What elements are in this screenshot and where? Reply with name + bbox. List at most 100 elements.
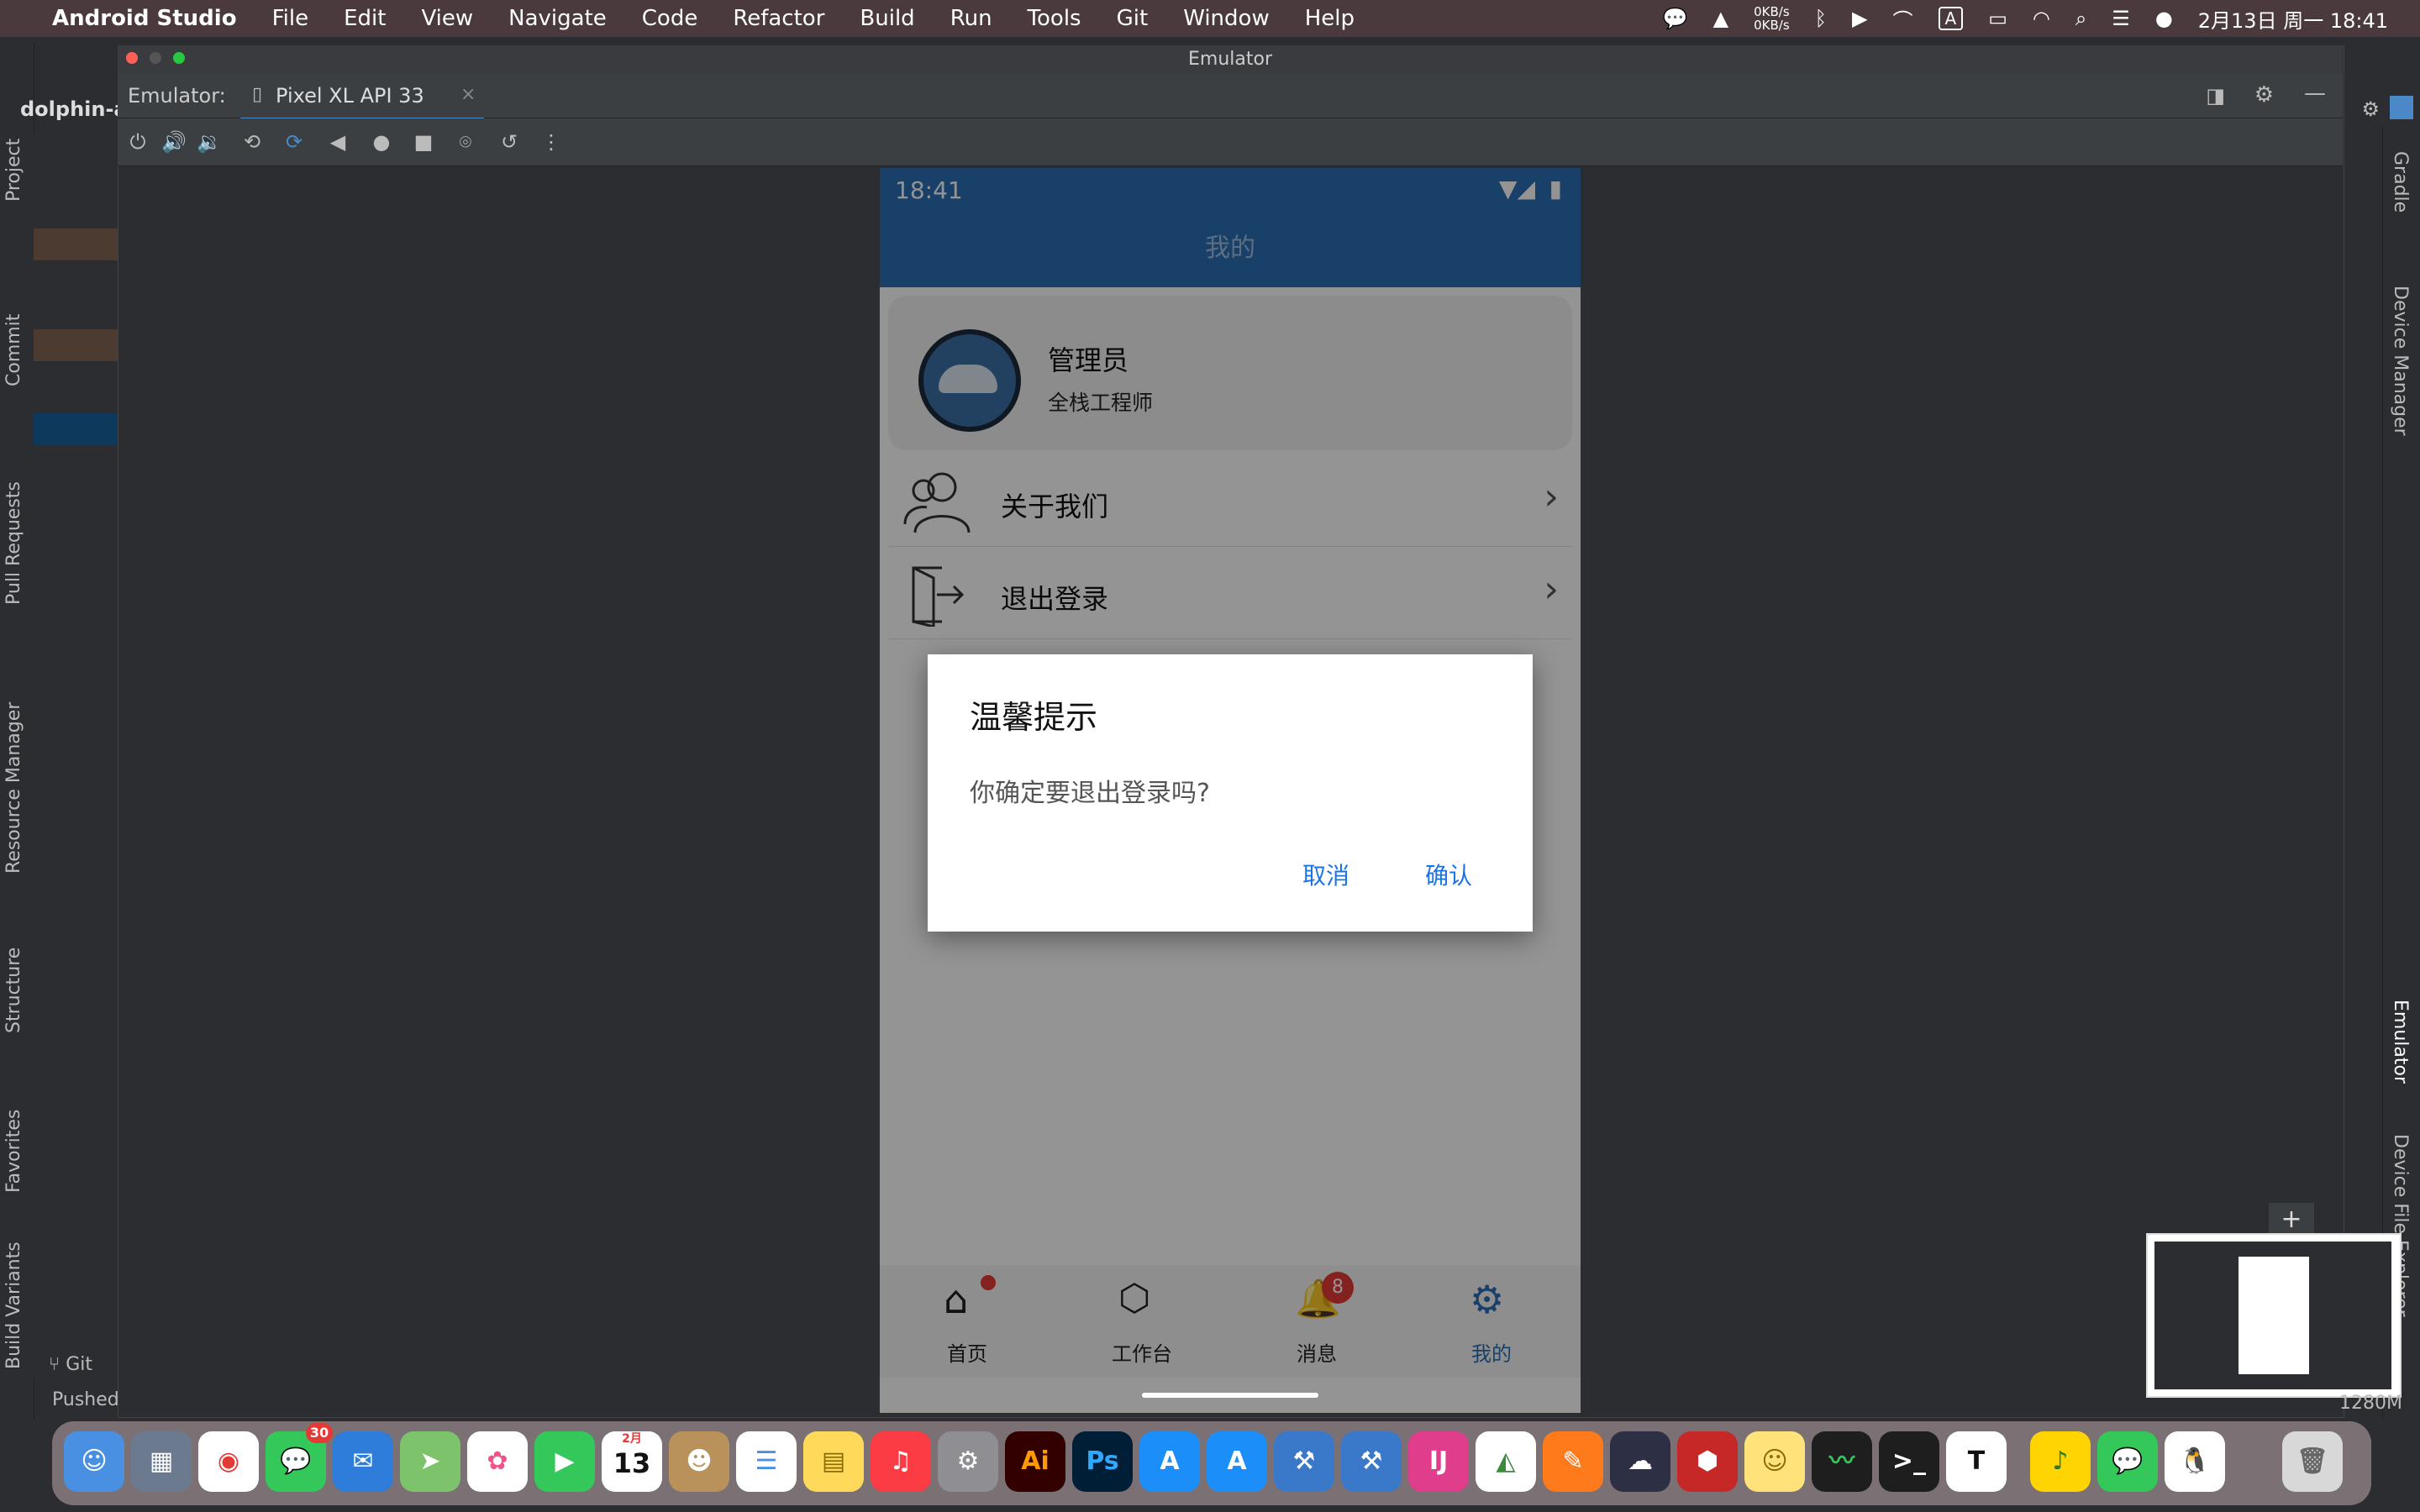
camera-icon[interactable]: ⌾ [454, 130, 477, 154]
power-icon[interactable]: ⏻ [126, 130, 150, 154]
tool-tab-commit[interactable]: Commit [3, 269, 30, 386]
system-preferences-icon[interactable]: ⚙ [938, 1431, 998, 1492]
intellij-icon[interactable]: IJ [1408, 1431, 1469, 1492]
gesture-nav-bar[interactable] [1142, 1393, 1318, 1398]
screen-thumbnail-preview[interactable] [2146, 1233, 2402, 1398]
qq-music-icon[interactable]: ♪ [2030, 1431, 2091, 1492]
facetime-icon[interactable]: ▶ [534, 1431, 595, 1492]
tree-row-highlight[interactable] [34, 228, 118, 260]
terminal-icon[interactable]: >_ [1879, 1431, 1939, 1492]
photos-icon[interactable]: ✿ [467, 1431, 528, 1492]
window-title: Emulator [1188, 49, 1272, 70]
mail-icon[interactable]: ✉ [333, 1431, 393, 1492]
tool-tab-pull-requests[interactable]: Pull Requests [3, 403, 30, 605]
search-icon[interactable]: ⌕ [2075, 7, 2086, 30]
layout-icon[interactable]: ◨ [2206, 84, 2225, 108]
menubar-clock[interactable]: 2月13日 周一 18:41 [2198, 4, 2388, 34]
menu-git[interactable]: Git [1117, 6, 1149, 31]
airpods-icon[interactable]: ⌒ [1893, 4, 1913, 34]
snapshot-icon[interactable]: ↺ [497, 130, 521, 154]
menu-navigate[interactable]: Navigate [508, 6, 607, 31]
input-method-icon[interactable]: A [1938, 7, 1964, 30]
close-tab-icon[interactable]: × [460, 84, 476, 105]
app-store-icon[interactable]: A [1139, 1431, 1200, 1492]
cloud-icon[interactable]: ☁ [1610, 1431, 1670, 1492]
device-tab[interactable]: ▯ Pixel XL API 33 × [240, 74, 484, 121]
control-center-icon[interactable]: ☰ [2112, 7, 2130, 30]
tool-tab-resource-manager[interactable]: Resource Manager [3, 622, 30, 874]
wechat-icon[interactable]: 💬 [1663, 7, 1688, 30]
menu-window[interactable]: Window [1183, 6, 1270, 31]
messages-icon[interactable]: 💬 30 [266, 1423, 333, 1492]
reminders-icon[interactable]: ☰ [736, 1431, 797, 1492]
menu-build[interactable]: Build [860, 6, 914, 31]
pen-icon[interactable]: ✎ [1543, 1431, 1603, 1492]
music-icon[interactable]: ♫ [871, 1431, 931, 1492]
photoshop-icon[interactable]: Ps [1072, 1431, 1133, 1492]
cancel-button[interactable]: 取消 [1302, 858, 1349, 891]
notes-icon[interactable]: ▤ [803, 1431, 864, 1492]
rotate-right-icon[interactable]: ⟳ [282, 130, 306, 154]
settings-gear-icon[interactable]: ⚙ [2254, 82, 2274, 108]
finder-icon[interactable]: ☺ [64, 1431, 124, 1492]
android-studio-icon[interactable]: ◭ [1476, 1431, 1536, 1492]
tool-tab-device-manager[interactable]: Device Manager [2390, 286, 2411, 436]
tool-tab-favorites[interactable]: Favorites [3, 1042, 30, 1193]
chrome-icon[interactable]: ◉ [198, 1431, 259, 1492]
rotate-left-icon[interactable]: ⟲ [240, 130, 264, 154]
ide-settings-icon[interactable]: ⚙ [2361, 97, 2380, 121]
menu-edit[interactable]: Edit [344, 6, 386, 31]
bluetooth-icon[interactable]: ᛒ [1815, 7, 1827, 30]
memory-indicator: 1280M [2339, 1393, 2402, 1414]
cat-icon[interactable]: ▲ [1713, 7, 1728, 30]
launchpad-icon[interactable]: ▦ [131, 1431, 192, 1492]
volume-up-icon[interactable]: 🔊 [161, 130, 187, 154]
maps-icon[interactable]: ➤ [400, 1431, 460, 1492]
app-store-alt-icon[interactable]: A [1207, 1431, 1267, 1492]
trash-icon[interactable]: 🗑 [2282, 1431, 2343, 1492]
play-icon[interactable]: ▶ [1852, 7, 1867, 30]
typora-icon[interactable]: T [1946, 1431, 2007, 1492]
illustrator-icon[interactable]: Ai [1005, 1431, 1065, 1492]
menu-code[interactable]: Code [642, 6, 698, 31]
minimize-window-button[interactable] [150, 52, 161, 64]
zoom-in-button[interactable]: + [2269, 1203, 2314, 1236]
siri-icon[interactable]: ● [2155, 7, 2173, 30]
wechat-dock-icon[interactable]: 💬 [2097, 1431, 2158, 1492]
volume-down-icon[interactable]: 🔉 [197, 130, 222, 154]
tool-tab-structure[interactable]: Structure [3, 890, 30, 1033]
tree-row-highlight[interactable] [34, 329, 118, 361]
qq-icon[interactable]: 🐧 [2165, 1431, 2225, 1492]
git-tool-button[interactable]: ⑂ Git [49, 1354, 92, 1375]
activity-monitor-icon[interactable]: 〰 [1812, 1431, 1872, 1492]
menu-file[interactable]: File [272, 6, 309, 31]
project-name[interactable]: dolphin-a [20, 97, 118, 121]
contacts-icon[interactable]: ☻ [669, 1431, 729, 1492]
tree-row-selected[interactable] [34, 413, 118, 445]
back-icon[interactable]: ◀ [326, 130, 350, 154]
confirm-button[interactable]: 确认 [1425, 858, 1472, 891]
wifi-icon[interactable]: ◠ [2033, 7, 2050, 30]
minimize-panel-icon[interactable]: — [2304, 81, 2326, 106]
menu-tools[interactable]: Tools [1028, 6, 1081, 31]
menu-refactor[interactable]: Refactor [733, 6, 824, 31]
xcode-icon[interactable]: ⚒ [1274, 1431, 1334, 1492]
tool-tab-emulator[interactable]: Emulator [2390, 1000, 2411, 1084]
instruments-icon[interactable]: ⚒ [1341, 1431, 1402, 1492]
user-avatar-icon[interactable] [2390, 96, 2413, 119]
home-circle-icon[interactable]: ● [370, 130, 393, 154]
hex-app-icon[interactable]: ⬢ [1677, 1431, 1738, 1492]
battery-icon[interactable]: ▭ [1988, 7, 2007, 30]
cat-app-icon[interactable]: ☺ [1744, 1431, 1805, 1492]
overview-icon[interactable]: ■ [412, 130, 435, 154]
close-window-button[interactable] [126, 52, 138, 64]
menu-view[interactable]: View [421, 6, 473, 31]
zoom-window-button[interactable] [173, 52, 185, 64]
menu-help[interactable]: Help [1305, 6, 1355, 31]
tool-tab-build-variants[interactable]: Build Variants [3, 1201, 30, 1369]
more-vertical-icon[interactable]: ⋮ [539, 130, 563, 154]
app-menu[interactable]: Android Studio [52, 6, 237, 31]
menu-run[interactable]: Run [950, 6, 992, 31]
tool-tab-gradle[interactable]: Gradle [2390, 151, 2411, 213]
calendar-icon[interactable]: 2月 13 [602, 1431, 662, 1492]
